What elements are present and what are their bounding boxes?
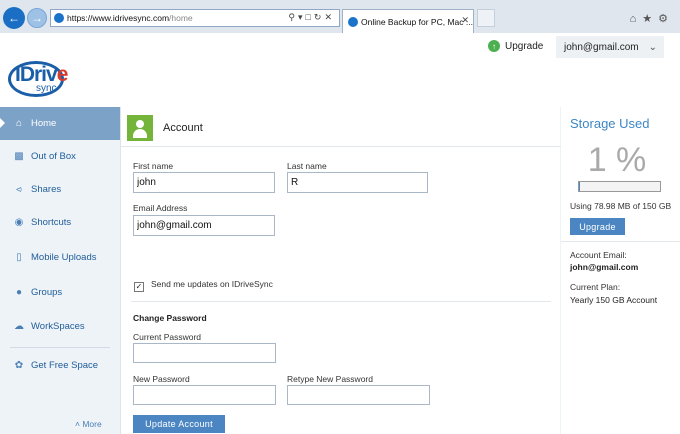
- current-plan-label: Current Plan:: [570, 282, 621, 292]
- forward-button[interactable]: →: [27, 8, 47, 28]
- sidebar-item-label: Shortcuts: [31, 217, 72, 228]
- last-name-label: Last name: [287, 161, 327, 171]
- sidebar-item-mobile-uploads[interactable]: ▯ Mobile Uploads: [0, 241, 120, 274]
- section-divider: [131, 301, 551, 302]
- retype-password-field[interactable]: [287, 385, 430, 405]
- arrow-left-icon: ←: [8, 11, 20, 25]
- user-menu[interactable]: john@gmail.com ⌄: [556, 36, 664, 58]
- new-password-label: New Password: [133, 374, 190, 384]
- new-password-field[interactable]: [133, 385, 276, 405]
- storage-upgrade-button[interactable]: Upgrade: [570, 218, 625, 235]
- close-tab-icon[interactable]: ✕: [461, 15, 469, 26]
- address-bar-icons[interactable]: ⚲▾□↻✕: [288, 12, 335, 23]
- current-password-label: Current Password: [133, 332, 202, 342]
- user-email: john@gmail.com: [564, 41, 639, 53]
- storage-progress-bar: [578, 181, 661, 192]
- chevron-down-icon: ⌄: [648, 41, 658, 53]
- sidebar: ⌂ Home ▩ Out of Box ⪦ Shares ◉ Shortcuts…: [0, 107, 120, 434]
- arrow-up-icon: ↑: [488, 40, 500, 52]
- storage-panel: Storage Used 1 % Using 78.98 MB of 150 G…: [561, 107, 680, 434]
- email-label: Email Address: [133, 203, 188, 213]
- account-panel: Account First name Last name Email Addre…: [120, 107, 561, 434]
- first-name-field[interactable]: [133, 172, 275, 193]
- sidebar-item-label: WorkSpaces: [31, 321, 85, 332]
- site-favicon-icon: [54, 13, 64, 23]
- account-email-label: Account Email:: [570, 250, 627, 260]
- storage-title: Storage Used: [570, 116, 650, 131]
- storage-progress-fill: [579, 182, 580, 191]
- gift-icon: ✿: [14, 360, 24, 371]
- sidebar-item-label: Mobile Uploads: [31, 252, 97, 263]
- more-link[interactable]: ˄ More: [75, 419, 102, 429]
- sidebar-item-shortcuts[interactable]: ◉ Shortcuts: [0, 206, 120, 239]
- sidebar-item-shares[interactable]: ⪦ Shares: [0, 173, 120, 206]
- url-host: https://www.idrivesync.com: [67, 13, 170, 23]
- browser-chrome: ← → https://www.idrivesync.com/home ⚲▾□↻…: [0, 0, 680, 33]
- share-icon: ⪦: [16, 184, 22, 195]
- current-plan-value: Yearly 150 GB Account: [570, 295, 658, 305]
- sidebar-item-out-of-box[interactable]: ▩ Out of Box: [0, 140, 120, 173]
- current-password-field[interactable]: [133, 343, 276, 363]
- box-icon: ▩: [14, 151, 24, 162]
- account-email-value: john@gmail.com: [570, 262, 639, 272]
- address-bar[interactable]: https://www.idrivesync.com/home ⚲▾□↻✕: [50, 9, 340, 27]
- upgrade-label: Upgrade: [505, 40, 544, 52]
- first-name-label: First name: [133, 161, 174, 171]
- storage-percent: 1 %: [587, 141, 647, 179]
- url-path: /home: [169, 13, 193, 23]
- home-browser-icon[interactable]: ⌂: [630, 13, 643, 25]
- logo-sync-text: sync: [36, 83, 57, 94]
- settings-gear-icon[interactable]: ⚙: [658, 13, 674, 25]
- arrow-right-icon: →: [31, 11, 43, 25]
- sidebar-item-workspaces[interactable]: ☁ WorkSpaces: [0, 310, 120, 343]
- user-account-icon: [127, 115, 153, 141]
- new-tab-button[interactable]: [477, 9, 495, 27]
- page: IDrive sync ↑ Upgrade john@gmail.com ⌄ ⌂…: [0, 33, 680, 434]
- email-field[interactable]: [133, 215, 275, 236]
- change-password-title: Change Password: [133, 313, 207, 323]
- back-button[interactable]: ←: [3, 7, 25, 29]
- sidebar-item-groups[interactable]: ● Groups: [0, 276, 120, 309]
- sidebar-item-home[interactable]: ⌂ Home: [0, 107, 120, 140]
- browser-toolbar-icons[interactable]: ⌂★⚙: [630, 12, 674, 25]
- tab-title: Online Backup for PC, Mac ...: [361, 16, 473, 27]
- last-name-field[interactable]: [287, 172, 428, 193]
- chevron-up-icon: ˄: [75, 419, 80, 429]
- sidebar-divider: [10, 347, 110, 348]
- sidebar-item-label: Groups: [31, 287, 63, 298]
- updates-checkbox[interactable]: ✓: [134, 282, 144, 292]
- app-header: IDrive sync ↑ Upgrade john@gmail.com ⌄: [0, 33, 680, 107]
- workspace-icon: ☁: [14, 321, 24, 332]
- sidebar-item-label: Home: [31, 118, 57, 129]
- update-account-button[interactable]: Update Account: [133, 415, 225, 433]
- upgrade-link[interactable]: ↑ Upgrade: [488, 40, 543, 52]
- updates-label: Send me updates on IDriveSync: [151, 279, 273, 289]
- retype-password-label: Retype New Password: [287, 374, 373, 384]
- home-icon: ⌂: [15, 118, 23, 129]
- page-title: Account: [163, 122, 203, 134]
- storage-divider: [561, 241, 680, 242]
- sidebar-item-label: Shares: [31, 184, 62, 195]
- favorites-star-icon[interactable]: ★: [642, 13, 658, 25]
- sidebar-item-label: Get Free Space: [31, 360, 99, 371]
- storage-usage-text: Using 78.98 MB of 150 GB: [570, 201, 672, 211]
- mobile-icon: ▯: [16, 252, 22, 263]
- shortcut-icon: ◉: [14, 217, 24, 228]
- idrive-sync-logo[interactable]: IDrive sync: [8, 61, 68, 99]
- account-header: Account: [121, 107, 561, 147]
- sidebar-item-label: Out of Box: [31, 151, 76, 162]
- sidebar-item-get-free-space[interactable]: ✿ Get Free Space: [0, 349, 120, 382]
- browser-tab[interactable]: Online Backup for PC, Mac ... ✕: [342, 9, 474, 33]
- group-icon: ●: [15, 287, 23, 298]
- tab-favicon-icon: [348, 16, 358, 27]
